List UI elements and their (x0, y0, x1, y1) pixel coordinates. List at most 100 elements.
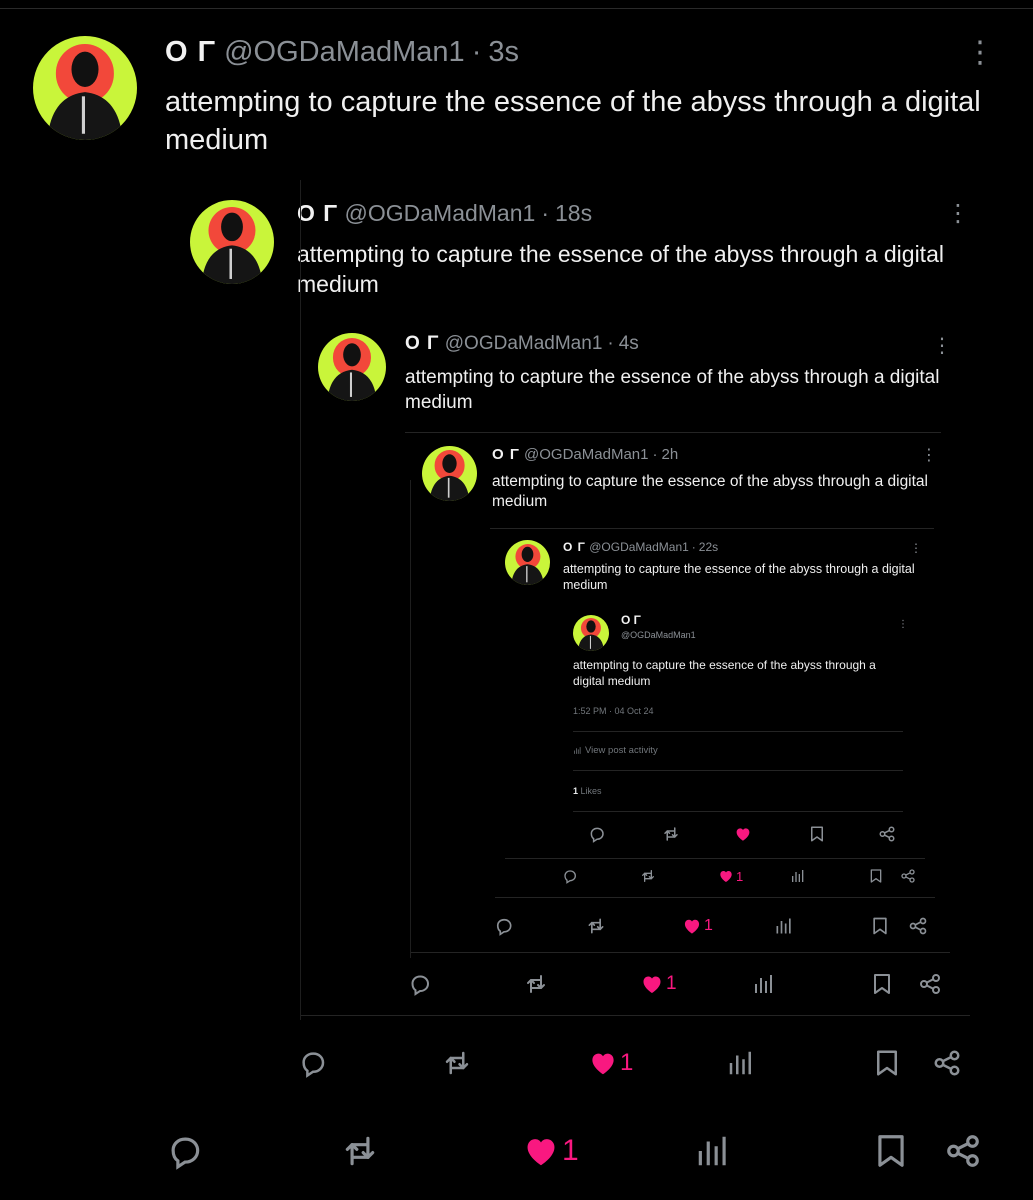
user-handle[interactable]: @OGDaMadMan1 (621, 630, 696, 640)
avatar[interactable] (318, 333, 386, 401)
views-icon (694, 1132, 732, 1170)
share-button[interactable] (878, 825, 896, 843)
post-time[interactable]: 3s (488, 36, 519, 68)
repost-button[interactable] (640, 868, 656, 884)
heart-button[interactable]: 1 (718, 868, 743, 884)
bookmark-icon (870, 916, 890, 936)
bookmark-button[interactable] (870, 972, 894, 996)
share-icon (900, 868, 916, 884)
share-button[interactable] (908, 916, 928, 936)
share-icon (908, 916, 928, 936)
views-icon (790, 868, 806, 884)
bookmark-button[interactable] (868, 868, 884, 884)
reply-icon (562, 868, 578, 884)
avatar-figure (190, 200, 274, 284)
more-icon[interactable]: ⋮ (921, 448, 937, 464)
views-icon (726, 1048, 756, 1078)
post-time[interactable]: 18s (555, 200, 592, 226)
post-text: attempting to capture the essence of the… (165, 86, 981, 156)
avatar[interactable] (190, 200, 274, 284)
heart-button[interactable]: 1 (640, 972, 677, 996)
reply-button[interactable] (298, 1048, 328, 1078)
view-post-activity-link[interactable]: View post activity (573, 745, 658, 756)
heart-icon (522, 1132, 560, 1170)
post-text: attempting to capture the essence of the… (492, 473, 928, 511)
views-button[interactable] (752, 972, 776, 996)
post-time[interactable]: 2h (661, 446, 678, 463)
more-icon[interactable]: ⋮ (946, 202, 970, 226)
display-name[interactable]: O Γ (165, 36, 216, 68)
post-timestamp[interactable]: 1:52 PM · 04 Oct 24 (573, 706, 654, 716)
dot-separator: · (691, 540, 696, 554)
avatar[interactable] (505, 540, 550, 585)
avatar-figure (318, 333, 386, 401)
bookmark-button[interactable] (872, 1048, 902, 1078)
heart-button[interactable]: 1 (588, 1048, 633, 1078)
reply-button[interactable] (408, 972, 432, 996)
user-handle[interactable]: @OGDaMadMan1 (589, 540, 689, 554)
avatar[interactable] (33, 36, 137, 140)
display-name[interactable]: O Γ (563, 540, 586, 554)
more-icon[interactable]: ⋮ (932, 336, 952, 356)
display-name[interactable]: O Γ (492, 446, 520, 463)
dot-separator: · (541, 200, 549, 226)
heart-button[interactable] (734, 825, 752, 843)
repost-button[interactable] (442, 1048, 472, 1078)
repost-button[interactable] (662, 825, 680, 843)
reply-button[interactable] (166, 1132, 204, 1170)
more-icon[interactable]: ⋮ (898, 620, 908, 630)
post-header: O Γ @OGDaMadMan1 · 4s (405, 333, 639, 355)
reply-icon (298, 1048, 328, 1078)
more-icon[interactable]: ⋮ (910, 542, 922, 554)
avatar-figure (505, 540, 550, 585)
reply-icon (588, 825, 606, 843)
reply-button[interactable] (494, 916, 514, 936)
bookmark-button[interactable] (808, 825, 826, 843)
dot-separator: · (471, 36, 482, 68)
repost-button[interactable] (586, 916, 606, 936)
display-name[interactable]: O Γ (621, 613, 641, 627)
views-button[interactable] (726, 1048, 756, 1078)
likes-summary[interactable]: 1 Likes (573, 786, 602, 796)
more-icon[interactable]: ⋮ (965, 38, 995, 68)
user-handle[interactable]: @OGDaMadMan1 (224, 36, 465, 68)
repost-icon (442, 1048, 472, 1078)
likes-label: Likes (580, 786, 602, 796)
post-time[interactable]: 22s (699, 540, 718, 554)
like-count: 1 (736, 868, 744, 884)
heart-button[interactable]: 1 (682, 916, 713, 936)
reply-button[interactable] (588, 825, 606, 843)
bookmark-button[interactable] (872, 1132, 910, 1170)
post-time[interactable]: 4s (619, 333, 639, 354)
share-icon (944, 1132, 982, 1170)
divider (505, 858, 925, 859)
reply-icon (166, 1132, 204, 1170)
share-button[interactable] (932, 1048, 962, 1078)
views-button[interactable] (774, 916, 794, 936)
views-button[interactable] (790, 868, 806, 884)
display-name[interactable]: O Γ (297, 200, 338, 226)
share-button[interactable] (918, 972, 942, 996)
heart-button[interactable]: 1 (522, 1132, 579, 1170)
like-count: 1 (704, 917, 713, 934)
reply-button[interactable] (562, 868, 578, 884)
bookmark-button[interactable] (870, 916, 890, 936)
user-handle[interactable]: @OGDaMadMan1 (445, 333, 603, 354)
display-name[interactable]: O Γ (405, 333, 439, 354)
divider (300, 1015, 970, 1016)
bookmark-icon (808, 825, 826, 843)
repost-button[interactable] (524, 972, 548, 996)
avatar[interactable] (422, 446, 477, 501)
views-button[interactable] (694, 1132, 732, 1170)
like-count: 1 (562, 1134, 579, 1167)
share-button[interactable] (900, 868, 916, 884)
user-handle[interactable]: @OGDaMadMan1 (345, 200, 536, 226)
avatar[interactable] (573, 615, 609, 651)
user-handle[interactable]: @OGDaMadMan1 (524, 446, 648, 463)
bookmark-icon (870, 972, 894, 996)
post-header: O Γ @OGDaMadMan1 · 22s (563, 540, 718, 554)
share-button[interactable] (944, 1132, 982, 1170)
post-text: attempting to capture the essence of the… (573, 658, 876, 688)
repost-button[interactable] (341, 1132, 379, 1170)
heart-icon (718, 868, 734, 884)
